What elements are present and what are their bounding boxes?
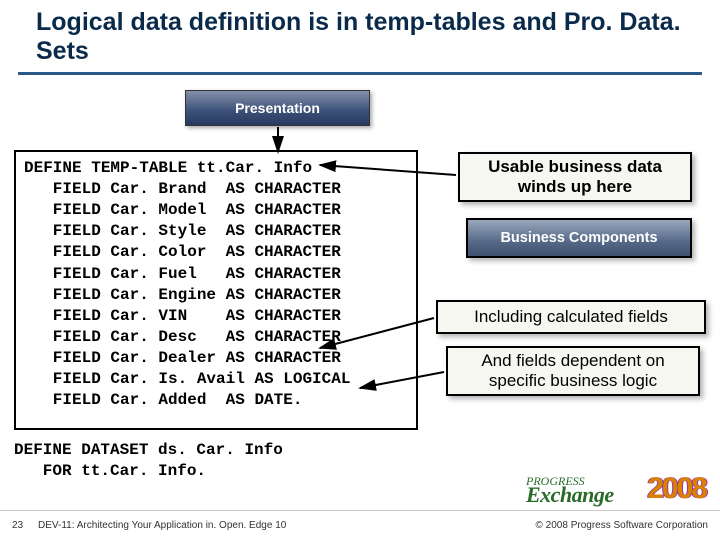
- slide-title-area: Logical data definition is in temp-table…: [0, 0, 720, 70]
- slide-number: 23: [12, 520, 38, 531]
- logo-exchange-text: Exchange: [526, 482, 614, 508]
- callout-dependent-fields: And fields dependent on specific busines…: [446, 346, 700, 396]
- callout-usable-text: Usable business data winds up here: [468, 157, 682, 196]
- copyright: © 2008 Progress Software Corporation: [536, 520, 708, 531]
- conference-logo: PROGRESS Exchange 2008: [526, 472, 706, 508]
- presentation-layer-box: Presentation: [185, 90, 370, 126]
- logo-year-text: 2008: [647, 472, 706, 506]
- presentation-label: Presentation: [235, 100, 320, 116]
- title-underline: [18, 72, 702, 75]
- slide-title: Logical data definition is in temp-table…: [36, 8, 684, 66]
- callout-calc-text: Including calculated fields: [474, 307, 668, 327]
- callout-depend-text: And fields dependent on specific busines…: [456, 351, 690, 390]
- temp-table-code: DEFINE TEMP-TABLE tt.Car. Info FIELD Car…: [24, 158, 408, 411]
- callout-usable-data: Usable business data winds up here: [458, 152, 692, 202]
- callout-business-components: Business Components: [466, 218, 692, 258]
- slide-footer: 23 DEV-11: Architecting Your Application…: [0, 510, 720, 540]
- temp-table-code-box: DEFINE TEMP-TABLE tt.Car. Info FIELD Car…: [14, 150, 418, 430]
- callout-biz-text: Business Components: [500, 230, 657, 247]
- dataset-code: DEFINE DATASET ds. Car. Info FOR tt.Car.…: [14, 440, 283, 482]
- callout-calculated-fields: Including calculated fields: [436, 300, 706, 334]
- talk-title: DEV-11: Architecting Your Application in…: [38, 520, 536, 531]
